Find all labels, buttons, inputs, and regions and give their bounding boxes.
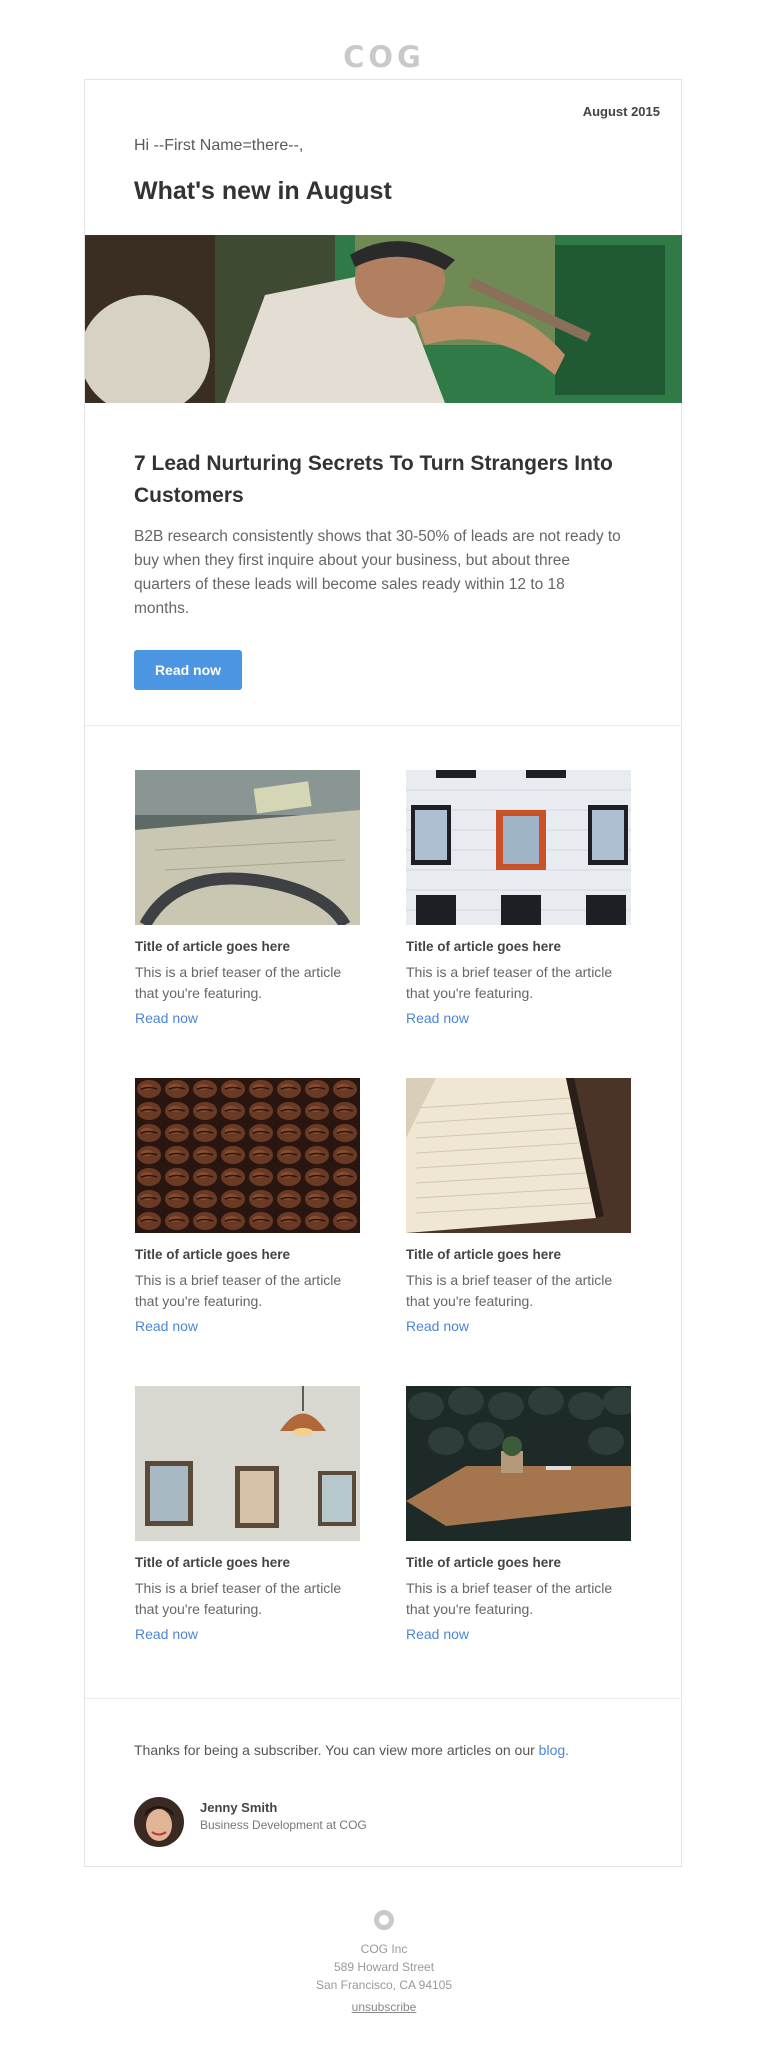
article-title[interactable]: Title of article goes here [135, 1247, 361, 1262]
closing-text: Thanks for being a subscriber. You can v… [134, 1742, 569, 1758]
article-teaser: This is a brief teaser of the article th… [406, 964, 613, 1001]
email-headline: What's new in August [134, 177, 392, 205]
signature-name: Jenny Smith [200, 1800, 278, 1815]
issue-date: August 2015 [582, 104, 660, 119]
article-card: Title of article goes here This is a bri… [135, 1386, 361, 1642]
article-title[interactable]: Title of article goes here [406, 939, 632, 954]
brand-logo: COG [0, 40, 768, 74]
feature-body: B2B research consistently shows that 30-… [134, 528, 621, 617]
read-now-button[interactable]: Read now [134, 650, 242, 690]
article-card: Title of article goes here This is a bri… [135, 1078, 361, 1334]
blog-link[interactable]: blog. [539, 1742, 569, 1758]
email-footer: COG Inc 589 Howard Street San Francisco,… [0, 1910, 768, 2016]
footer-company: COG Inc [360, 1942, 408, 1956]
article-title[interactable]: Title of article goes here [135, 939, 361, 954]
article-read-now-link[interactable]: Read now [406, 1010, 632, 1026]
cafe-table-photo[interactable] [406, 1386, 631, 1541]
article-read-now-link[interactable]: Read now [406, 1626, 632, 1642]
article-teaser: This is a brief teaser of the article th… [406, 1580, 613, 1617]
building-windows-photo[interactable] [406, 770, 631, 925]
article-title[interactable]: Title of article goes here [406, 1247, 632, 1262]
greeting: Hi --First Name=there--, [134, 137, 304, 154]
section-divider [85, 1698, 682, 1699]
article-teaser: This is a brief teaser of the article th… [135, 964, 342, 1001]
avatar [134, 1797, 184, 1847]
article-teaser: This is a brief teaser of the article th… [406, 1272, 613, 1309]
coffee-beans-photo[interactable] [135, 1078, 360, 1233]
article-card: Title of article goes here This is a bri… [406, 770, 632, 1026]
feature-title: 7 Lead Nurturing Secrets To Turn Strange… [134, 452, 613, 507]
notebook-photo[interactable] [406, 1078, 631, 1233]
lamp-frames-photo[interactable] [135, 1386, 360, 1541]
brand-logo-text: COG [343, 40, 425, 74]
hero-image [85, 235, 682, 403]
article-card: Title of article goes here This is a bri… [406, 1386, 632, 1642]
article-card: Title of article goes here This is a bri… [135, 770, 361, 1026]
article-teaser: This is a brief teaser of the article th… [135, 1580, 342, 1617]
article-title[interactable]: Title of article goes here [135, 1555, 361, 1570]
footer-street: 589 Howard Street [333, 1960, 435, 1974]
footer-city: San Francisco, CA 94105 [315, 1978, 453, 1992]
article-read-now-link[interactable]: Read now [135, 1318, 361, 1334]
article-card: Title of article goes here This is a bri… [406, 1078, 632, 1334]
closing-message: Thanks for being a subscriber. You can v… [134, 1742, 535, 1758]
cog-ring-icon [374, 1910, 394, 1930]
map-desk-photo[interactable] [135, 770, 360, 925]
section-divider [85, 725, 682, 726]
article-read-now-link[interactable]: Read now [135, 1626, 361, 1642]
signature-role: Business Development at COG [200, 1818, 367, 1832]
article-read-now-link[interactable]: Read now [135, 1010, 361, 1026]
email-card: August 2015 Hi --First Name=there--, Wha… [84, 79, 682, 1867]
article-teaser: This is a brief teaser of the article th… [135, 1272, 342, 1309]
unsubscribe-link[interactable]: unsubscribe [352, 2000, 417, 2014]
article-read-now-link[interactable]: Read now [406, 1318, 632, 1334]
article-title[interactable]: Title of article goes here [406, 1555, 632, 1570]
